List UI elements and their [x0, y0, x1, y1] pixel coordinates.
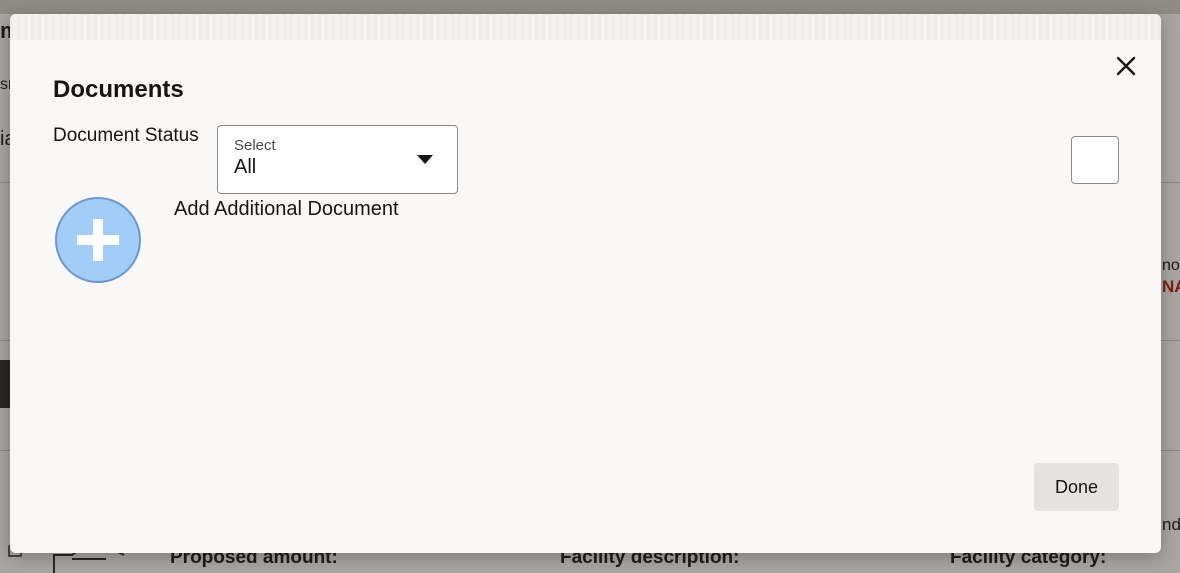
dialog-title: Documents	[53, 76, 184, 103]
background-block	[0, 360, 10, 408]
background-text: no	[1162, 257, 1180, 274]
background-header	[0, 0, 1180, 14]
background-text: NA	[1162, 277, 1180, 296]
document-status-select[interactable]: Select All	[217, 125, 458, 194]
select-value: All	[234, 156, 257, 178]
chevron-down-icon	[417, 155, 433, 164]
select-checkbox[interactable]	[1071, 136, 1119, 184]
documents-dialog: Documents Document Status Select All Add…	[10, 14, 1161, 553]
dialog-header-strip	[10, 14, 1161, 40]
background-text: nd	[1162, 515, 1180, 534]
document-status-label: Document Status	[53, 125, 199, 146]
close-button[interactable]	[1110, 50, 1142, 82]
select-caption: Select	[234, 137, 276, 154]
close-icon	[1116, 56, 1136, 76]
add-document-button[interactable]	[55, 197, 141, 283]
plus-icon	[77, 219, 119, 261]
done-button[interactable]: Done	[1034, 463, 1119, 511]
add-document-label[interactable]: Add Additional Document	[174, 198, 399, 221]
